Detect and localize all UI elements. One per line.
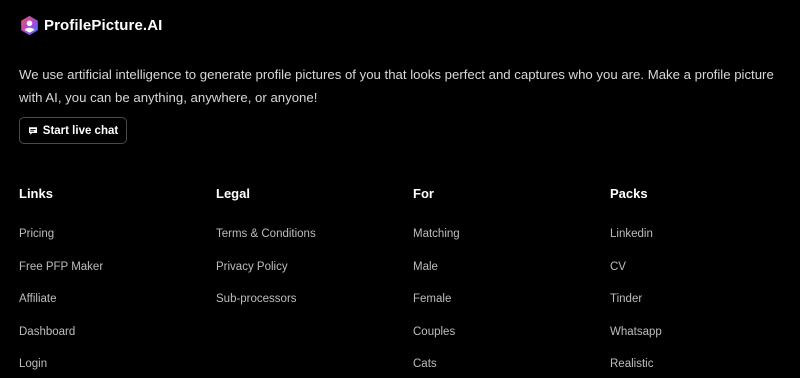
column-title-links: Links	[19, 186, 53, 201]
footer-link-pricing[interactable]: Pricing	[19, 227, 54, 241]
list-item: Matching	[413, 224, 593, 257]
start-live-chat-label: Start live chat	[42, 124, 119, 137]
legal-list: Terms & Conditions Privacy Policy Sub-pr…	[216, 224, 396, 322]
for-list: Matching Male Female Couples Cats	[413, 224, 593, 378]
column-title-for: For	[413, 186, 434, 201]
footer-link-matching[interactable]: Matching	[413, 227, 460, 241]
footer-link-couples[interactable]: Couples	[413, 325, 455, 339]
legal-column: Legal Terms & Conditions Privacy Policy …	[216, 186, 396, 322]
list-item: CV	[610, 257, 790, 290]
list-item: Login	[19, 354, 199, 378]
list-item: Tinder	[610, 289, 790, 322]
footer-link-login[interactable]: Login	[19, 357, 47, 371]
site-footer: ProfilePicture.AI We use artificial inte…	[0, 0, 800, 378]
footer-link-cats[interactable]: Cats	[413, 357, 437, 371]
column-title-packs: Packs	[610, 186, 648, 201]
list-item: Male	[413, 257, 593, 290]
brand-link[interactable]: ProfilePicture.AI	[19, 14, 162, 36]
footer-link-female[interactable]: Female	[413, 292, 451, 306]
list-item: Pricing	[19, 224, 199, 257]
list-item: Couples	[413, 322, 593, 355]
packs-list: Linkedin CV Tinder Whatsapp Realistic	[610, 224, 790, 378]
footer-link-cv[interactable]: CV	[610, 260, 626, 274]
footer-description: We use artificial intelligence to genera…	[19, 67, 774, 105]
profile-picture-logo-icon	[21, 15, 38, 35]
start-live-chat-button[interactable]: Start live chat	[19, 117, 127, 144]
footer-link-male[interactable]: Male	[413, 260, 438, 274]
list-item: Terms & Conditions	[216, 224, 396, 257]
list-item: Privacy Policy	[216, 257, 396, 290]
footer-link-free-pfp-maker[interactable]: Free PFP Maker	[19, 260, 103, 274]
footer-link-privacy-policy[interactable]: Privacy Policy	[216, 260, 288, 274]
list-item: Sub-processors	[216, 289, 396, 322]
list-item: Female	[413, 289, 593, 322]
footer-link-sub-processors[interactable]: Sub-processors	[216, 292, 297, 306]
footer-link-linkedin[interactable]: Linkedin	[610, 227, 653, 241]
links-column: Links Pricing Free PFP Maker Affiliate D…	[19, 186, 199, 378]
footer-link-affiliate[interactable]: Affiliate	[19, 292, 57, 306]
footer-link-dashboard[interactable]: Dashboard	[19, 325, 75, 339]
footer-link-tinder[interactable]: Tinder	[610, 292, 642, 306]
list-item: Cats	[413, 354, 593, 378]
list-item: Dashboard	[19, 322, 199, 355]
footer-link-realistic[interactable]: Realistic	[610, 357, 653, 371]
list-item: Realistic	[610, 354, 790, 378]
for-column: For Matching Male Female Couples Cats	[413, 186, 593, 378]
list-item: Linkedin	[610, 224, 790, 257]
packs-column: Packs Linkedin CV Tinder Whatsapp Realis…	[610, 186, 790, 378]
list-item: Free PFP Maker	[19, 257, 199, 290]
footer-link-terms-conditions[interactable]: Terms & Conditions	[216, 227, 316, 241]
list-item: Affiliate	[19, 289, 199, 322]
links-list: Pricing Free PFP Maker Affiliate Dashboa…	[19, 224, 199, 378]
chat-bubble-icon	[28, 126, 37, 135]
list-item: Whatsapp	[610, 322, 790, 355]
brand-name: ProfilePicture.AI	[44, 16, 163, 34]
footer-link-whatsapp[interactable]: Whatsapp	[610, 325, 662, 339]
column-title-legal: Legal	[216, 186, 250, 201]
